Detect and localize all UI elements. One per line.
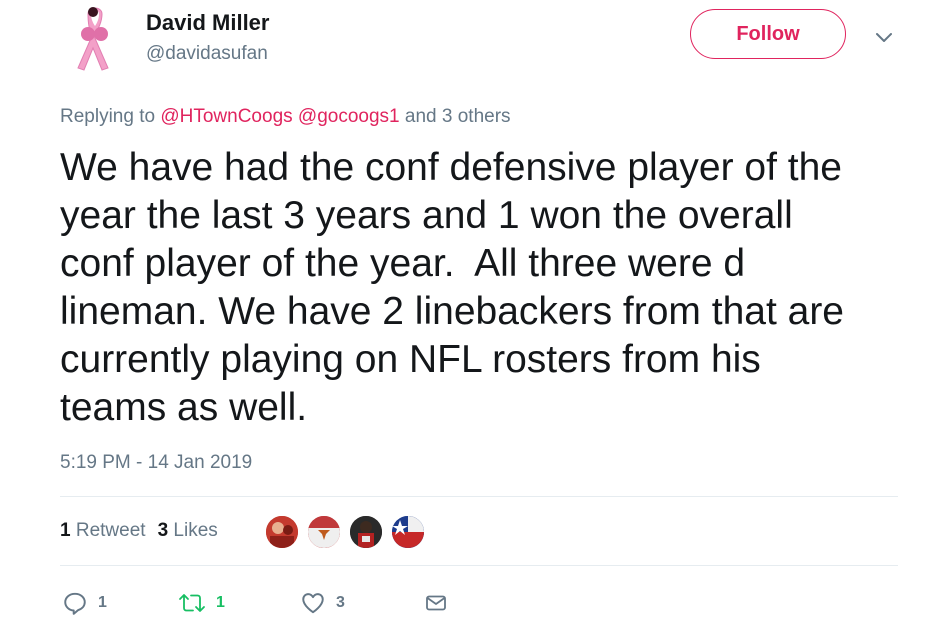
more-options-button[interactable] — [873, 26, 895, 48]
divider — [60, 496, 898, 497]
tweet-text: We have had the conf defensive player of… — [60, 146, 844, 429]
mention-gocoogs1[interactable]: @gocoogs1 — [298, 106, 400, 127]
retweet-stat-label: Retweet — [75, 520, 146, 541]
reply-button[interactable]: 1 — [62, 590, 107, 616]
reply-icon — [64, 592, 86, 615]
author-name[interactable]: David Miller — [146, 10, 269, 36]
envelope-icon — [426, 595, 446, 611]
avatar[interactable] — [68, 6, 118, 72]
follow-button[interactable]: Follow — [690, 9, 846, 59]
likes-stat-count: 3 — [157, 520, 169, 541]
retweet-button[interactable]: 1 — [178, 590, 225, 616]
author-handle[interactable]: @davidasufan — [146, 42, 268, 66]
liker-avatar-4[interactable] — [390, 514, 426, 550]
mention-htowncoogs[interactable]: @HTownCoogs — [160, 106, 292, 127]
direct-message-button[interactable] — [424, 590, 448, 616]
retweet-stat[interactable]: 1 Retweet — [60, 520, 146, 541]
like-count: 3 — [336, 594, 345, 611]
replying-others[interactable]: and 3 others — [405, 106, 511, 127]
likes-stat-label: Likes — [173, 520, 218, 541]
liker-avatar-3[interactable] — [348, 514, 384, 550]
tweet-timestamp[interactable]: 5:19 PM - 14 Jan 2019 — [60, 452, 252, 474]
divider — [60, 565, 898, 566]
chevron-down-icon — [876, 33, 892, 42]
tweet-stats: 1 Retweet 3 Likes — [60, 518, 218, 544]
likes-stat[interactable]: 3 Likes — [158, 520, 218, 541]
heart-icon — [302, 593, 324, 614]
pink-ribbon-boxing-gloves-icon — [77, 7, 109, 71]
like-button[interactable]: 3 — [300, 590, 345, 616]
liker-avatar-1[interactable] — [264, 514, 300, 550]
retweet-stat-count: 1 — [60, 520, 71, 541]
retweet-icon — [179, 594, 205, 612]
liker-avatar-2[interactable] — [306, 514, 342, 550]
replying-prefix: Replying to — [60, 106, 156, 127]
replying-to: Replying to @HTownCoogs @gocoogs1 and 3 … — [60, 104, 511, 130]
reply-count: 1 — [98, 594, 107, 611]
retweet-count: 1 — [216, 594, 225, 611]
